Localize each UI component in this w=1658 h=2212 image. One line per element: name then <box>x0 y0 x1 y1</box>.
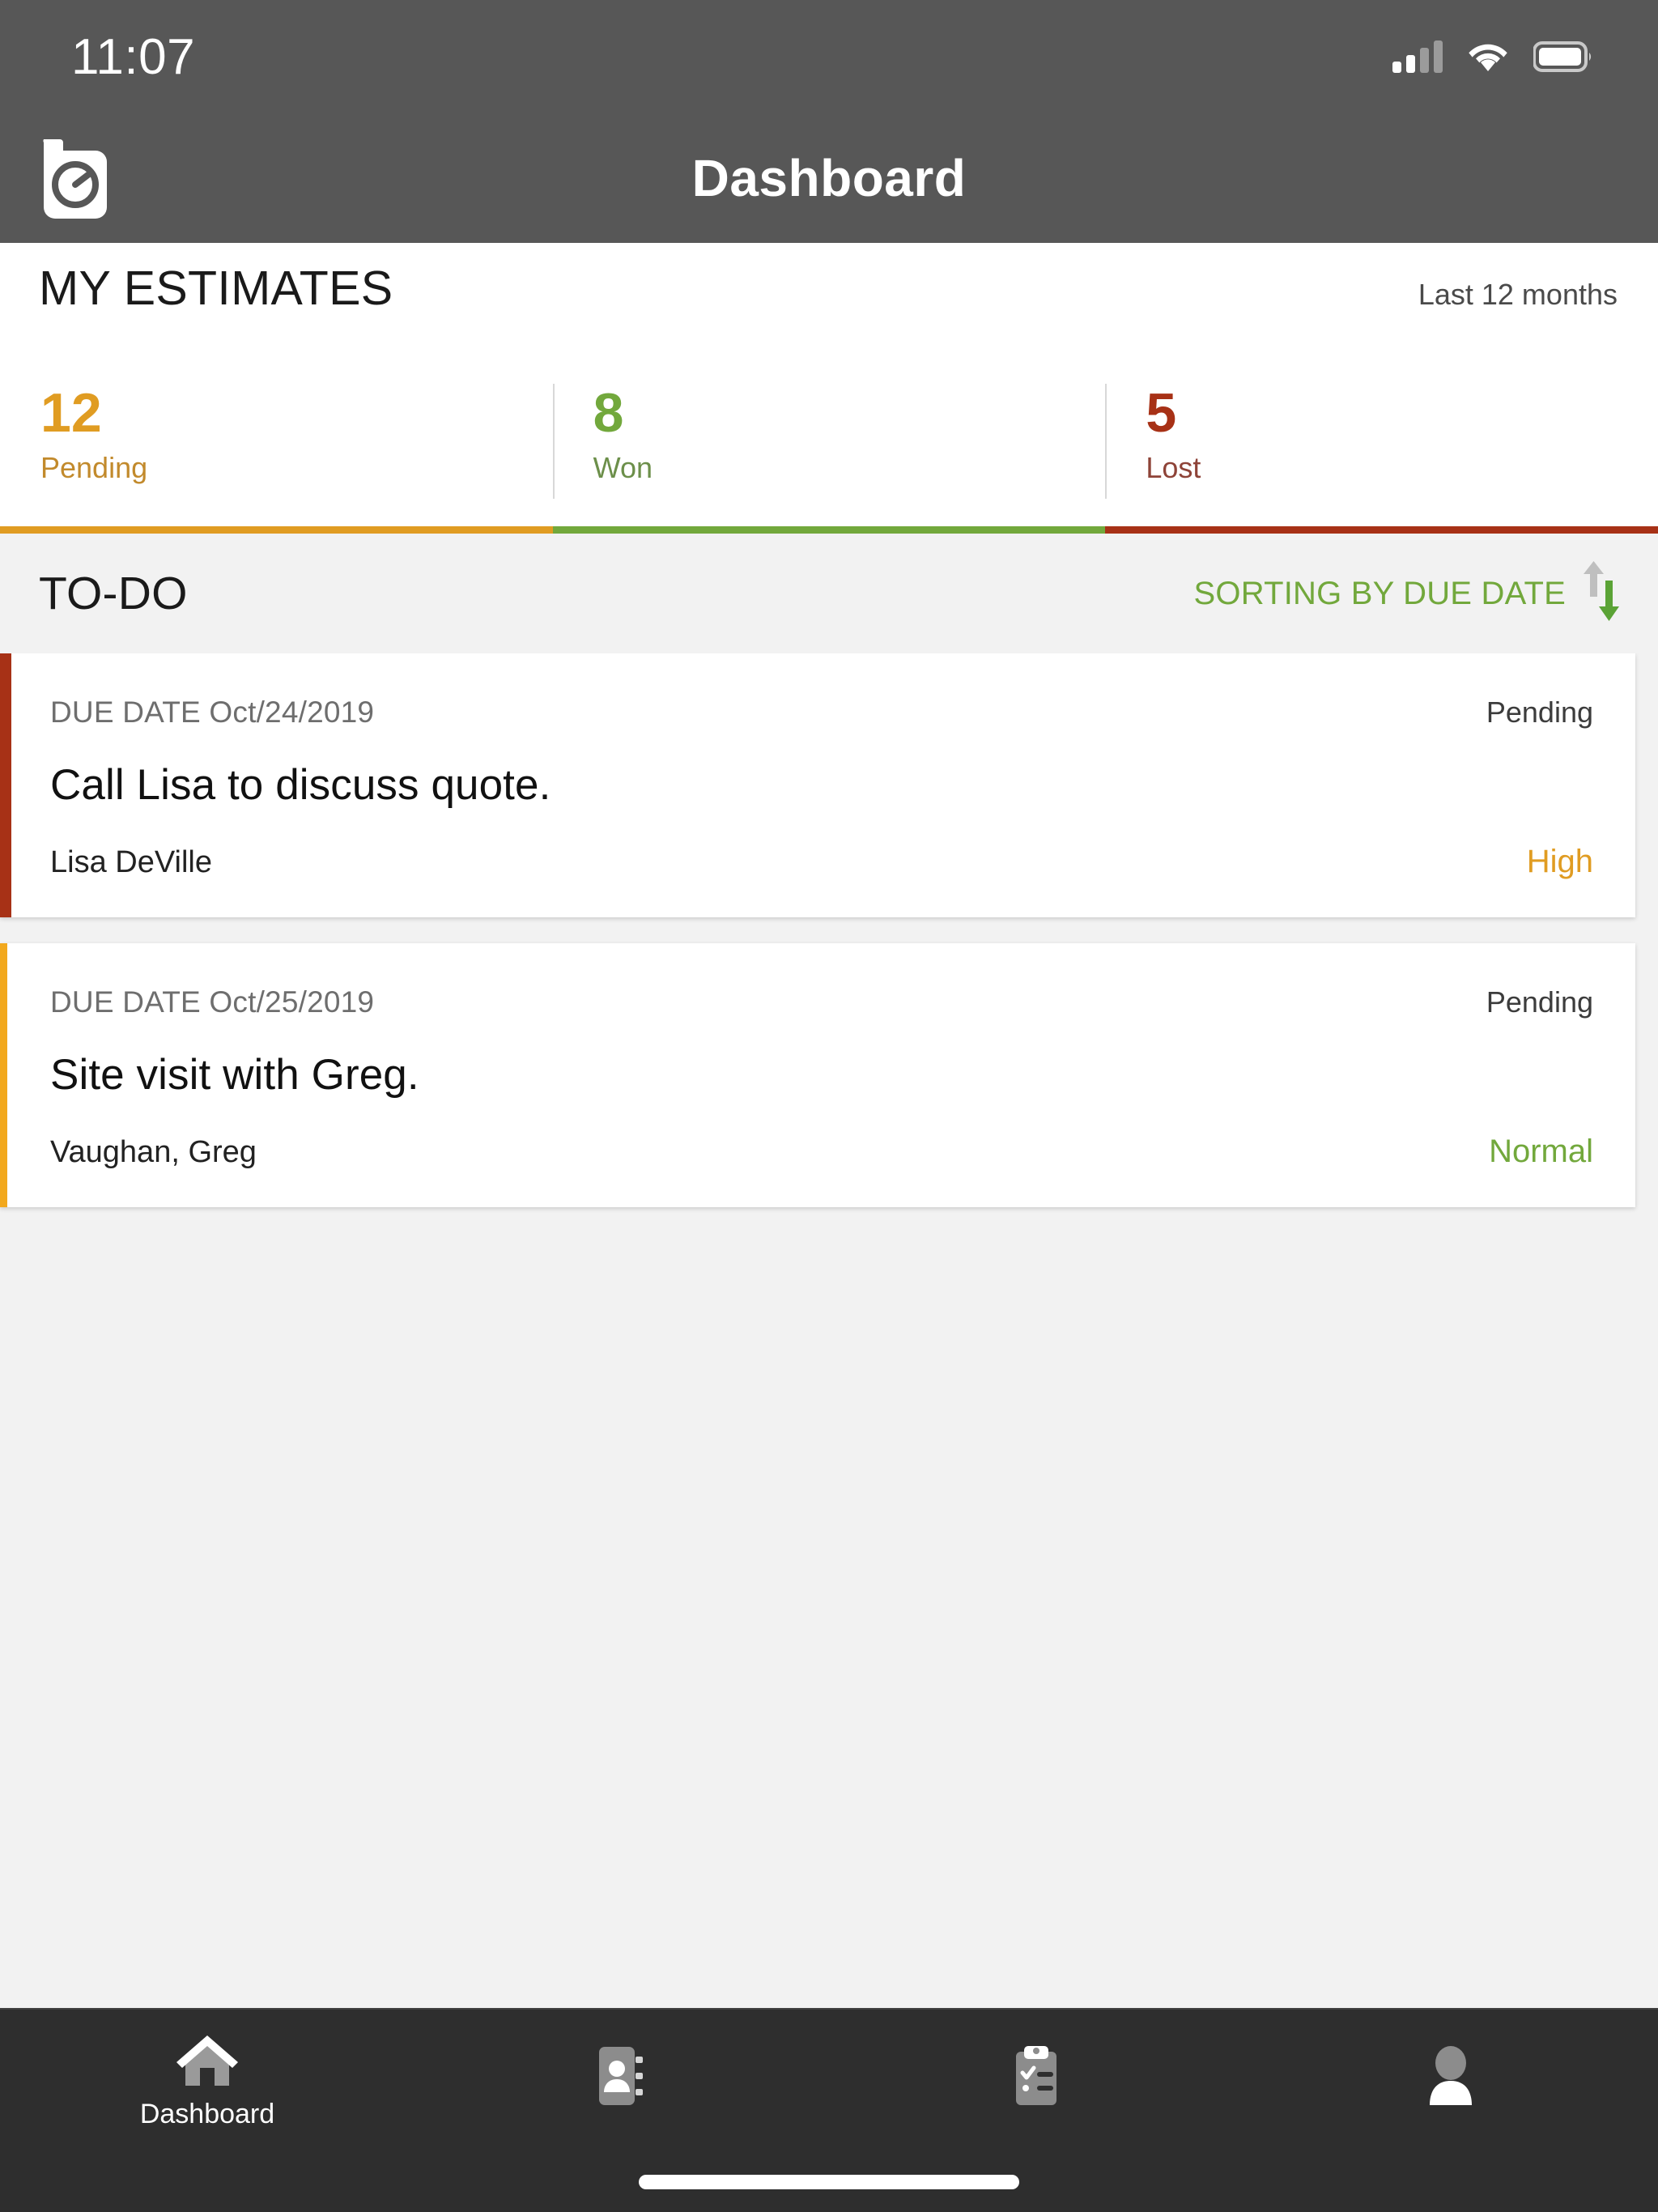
priority-edge-indicator <box>0 943 7 1207</box>
status-bar-icons <box>1392 40 1595 73</box>
sort-control[interactable]: SORTING BY DUE DATE <box>1194 561 1624 626</box>
todo-subject: Call Lisa to discuss quote. <box>50 761 551 809</box>
app-screen: 11:07 Dashboard MY ESTIMATES Last 12 mon… <box>0 0 1658 2212</box>
todo-priority: High <box>1526 844 1593 879</box>
battery-icon <box>1533 41 1595 72</box>
signal-bars-icon <box>1392 40 1443 73</box>
tab-contacts[interactable] <box>414 2010 829 2152</box>
estimates-title: MY ESTIMATES <box>39 262 393 315</box>
todo-title: TO-DO <box>39 568 188 619</box>
todo-card[interactable]: DUE DATE Oct/25/2019 Pending Site visit … <box>0 943 1635 1207</box>
underline-bar-pending <box>0 526 553 534</box>
stat-lost-label: Lost <box>1146 451 1201 485</box>
underline-bar-lost <box>1105 526 1658 534</box>
todo-subject: Site visit with Greg. <box>50 1051 419 1099</box>
sort-arrows-icon[interactable] <box>1579 561 1624 626</box>
todo-due-date: DUE DATE Oct/24/2019 <box>50 696 375 729</box>
tab-dashboard-label: Dashboard <box>139 2098 275 2129</box>
person-icon <box>1423 2045 1478 2107</box>
app-logo-icon[interactable] <box>39 136 110 220</box>
sort-label: SORTING BY DUE DATE <box>1193 575 1566 611</box>
estimates-date-range: Last 12 months <box>1418 278 1618 311</box>
todo-contact: Lisa DeVille <box>50 845 212 879</box>
stat-won-value: 8 <box>593 382 624 444</box>
home-indicator[interactable] <box>639 2175 1019 2189</box>
status-bar-time: 11:07 <box>71 28 196 85</box>
estimates-stats-row: 12 Pending 8 Won 5 Lost <box>0 364 1658 526</box>
stat-lost-value: 5 <box>1146 382 1177 444</box>
wifi-icon <box>1467 40 1509 73</box>
todo-priority: Normal <box>1489 1134 1593 1169</box>
underline-bar-won <box>552 526 1106 534</box>
stat-won[interactable]: 8 Won <box>552 364 1106 526</box>
status-bar: 11:07 <box>0 0 1658 113</box>
stat-pending-label: Pending <box>40 451 148 485</box>
stat-pending-value: 12 <box>40 382 102 444</box>
stat-won-label: Won <box>593 451 653 485</box>
clipboard-checklist-icon <box>1013 2045 1060 2107</box>
todo-list: DUE DATE Oct/24/2019 Pending Call Lisa t… <box>0 653 1658 2008</box>
nav-header: Dashboard <box>0 113 1658 243</box>
estimates-panel: MY ESTIMATES Last 12 months 12 Pending 8… <box>0 243 1658 534</box>
todo-status: Pending <box>1486 696 1593 729</box>
home-indicator-area <box>0 2152 1658 2212</box>
estimates-header: MY ESTIMATES Last 12 months <box>0 261 1658 364</box>
tab-dashboard[interactable]: Dashboard <box>0 2010 414 2152</box>
page-title: Dashboard <box>691 149 967 207</box>
bottom-tab-bar: Dashboard <box>0 2008 1658 2152</box>
priority-edge-indicator <box>0 653 11 917</box>
stat-pending[interactable]: 12 Pending <box>0 364 553 526</box>
tab-profile[interactable] <box>1244 2010 1658 2152</box>
contacts-icon <box>597 2045 646 2107</box>
todo-status: Pending <box>1486 985 1593 1019</box>
todo-contact: Vaughan, Greg <box>50 1135 257 1169</box>
todo-due-date: DUE DATE Oct/25/2019 <box>50 985 375 1019</box>
todo-header: TO-DO SORTING BY DUE DATE <box>0 534 1658 653</box>
tab-tasks[interactable] <box>829 2010 1244 2152</box>
estimates-underline-bars <box>0 526 1658 534</box>
home-icon <box>176 2032 239 2089</box>
stat-lost[interactable]: 5 Lost <box>1105 364 1658 526</box>
todo-card[interactable]: DUE DATE Oct/24/2019 Pending Call Lisa t… <box>0 653 1635 917</box>
